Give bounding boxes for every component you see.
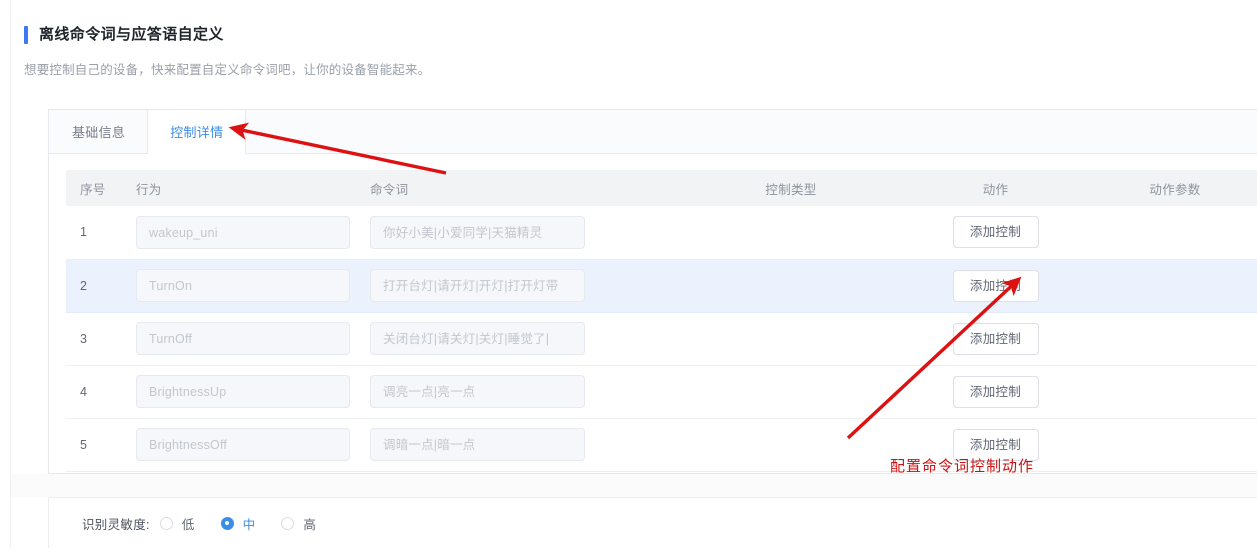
cell-command: 调亮一点|亮一点 [358, 365, 678, 419]
table-row: 4 BrightnessUp 调亮一点|亮一点 添加控制 [66, 365, 1257, 419]
add-control-button[interactable]: 添加控制 [952, 428, 1039, 461]
cell-behavior: BrightnessOff [124, 418, 358, 472]
sensitivity-panel: 识别灵敏度: 低 中 高 [48, 497, 1257, 548]
cell-action: 添加控制 [904, 418, 1087, 472]
cell-command: 你好小美|小爱同学|天猫精灵 [358, 206, 678, 260]
cell-behavior: TurnOff [124, 312, 358, 366]
table-head: 序号 行为 命令词 控制类型 动作 动作参数 [66, 170, 1257, 206]
table-row: 2 TurnOn 打开台灯|请开灯|开灯|打开灯带 添加控制 [66, 259, 1257, 313]
cell-behavior: TurnOn [124, 259, 358, 313]
cell-action-param [1087, 206, 1257, 260]
page-title-row: 离线命令词与应答语自定义 [24, 26, 1234, 44]
table-scroll-area: 序号 行为 命令词 控制类型 动作 动作参数 1 wakeup_uni 你好小美… [49, 154, 1257, 474]
sensitivity-option-high[interactable]: 高 [281, 514, 316, 533]
command-input[interactable]: 调亮一点|亮一点 [370, 375, 585, 408]
col-header-action-param: 动作参数 [1087, 170, 1257, 206]
page-title: 离线命令词与应答语自定义 [39, 26, 224, 43]
command-input[interactable]: 调暗一点|暗一点 [370, 428, 585, 461]
page-root: 离线命令词与应答语自定义 想要控制自己的设备，快来配置自定义命令词吧，让你的设备… [0, 0, 1257, 548]
panel-gap [11, 474, 1257, 497]
tab-bar: 基础信息 控制详情 [49, 110, 1257, 154]
cell-behavior: BrightnessUp [124, 365, 358, 419]
behavior-input[interactable]: wakeup_uni [136, 215, 350, 249]
radio-icon [220, 516, 234, 530]
radio-icon [281, 516, 295, 530]
cell-control-type [678, 365, 904, 419]
table-row: 3 TurnOff 关闭台灯|请关灯|关灯|睡觉了| 添加控制 [66, 312, 1257, 366]
add-control-button[interactable]: 添加控制 [952, 269, 1039, 302]
cell-action: 添加控制 [904, 365, 1087, 419]
cell-action-param [1087, 312, 1257, 366]
cell-command: 关闭台灯|请关灯|关灯|睡觉了| [358, 312, 678, 366]
command-input[interactable]: 关闭台灯|请关灯|关灯|睡觉了| [370, 322, 585, 355]
cell-action-param [1087, 365, 1257, 419]
command-table: 序号 行为 命令词 控制类型 动作 动作参数 1 wakeup_uni 你好小美… [66, 170, 1257, 472]
cell-command: 打开台灯|请开灯|开灯|打开灯带 [358, 259, 678, 313]
command-input[interactable]: 你好小美|小爱同学|天猫精灵 [370, 215, 585, 249]
cell-control-type [678, 312, 904, 366]
sensitivity-option-label: 中 [242, 517, 256, 532]
col-header-command: 命令词 [358, 170, 678, 206]
tab-control-detail[interactable]: 控制详情 [148, 110, 247, 154]
cell-index: 5 [66, 418, 124, 472]
col-header-index: 序号 [66, 170, 124, 206]
cell-action-param [1087, 418, 1257, 472]
behavior-input[interactable]: BrightnessUp [136, 375, 350, 408]
sensitivity-option-label: 高 [303, 517, 317, 532]
behavior-input[interactable]: TurnOff [136, 322, 350, 355]
add-control-button[interactable]: 添加控制 [952, 216, 1039, 249]
title-accent-bar [24, 26, 28, 44]
cell-index: 3 [66, 312, 124, 366]
left-rail [0, 0, 11, 548]
col-header-control-type: 控制类型 [678, 170, 904, 206]
radio-icon [159, 516, 173, 530]
sensitivity-option-medium[interactable]: 中 [220, 514, 256, 533]
page-subtitle: 想要控制自己的设备，快来配置自定义命令词吧，让你的设备智能起来。 [24, 63, 431, 77]
cell-control-type [678, 206, 904, 260]
table-header-row: 序号 行为 命令词 控制类型 动作 动作参数 [66, 170, 1257, 206]
table-row: 1 wakeup_uni 你好小美|小爱同学|天猫精灵 添加控制 [66, 206, 1257, 260]
control-detail-card: 基础信息 控制详情 序号 行为 命令词 控制类型 动作 动作参数 1 wakeu… [48, 109, 1257, 474]
col-header-action: 动作 [904, 170, 1087, 206]
table-row: 5 BrightnessOff 调暗一点|暗一点 添加控制 [66, 418, 1257, 472]
page-header: 离线命令词与应答语自定义 想要控制自己的设备，快来配置自定义命令词吧，让你的设备… [24, 26, 1234, 79]
cell-command: 调暗一点|暗一点 [358, 418, 678, 472]
sensitivity-option-low[interactable]: 低 [159, 514, 195, 533]
cell-control-type [678, 259, 904, 313]
sensitivity-radio-group: 低 中 高 [159, 514, 342, 533]
add-control-button[interactable]: 添加控制 [952, 322, 1039, 355]
command-input[interactable]: 打开台灯|请开灯|开灯|打开灯带 [370, 269, 585, 302]
cell-action: 添加控制 [904, 206, 1087, 260]
add-control-button[interactable]: 添加控制 [952, 375, 1039, 408]
cell-behavior: wakeup_uni [124, 206, 358, 260]
table-body: 1 wakeup_uni 你好小美|小爱同学|天猫精灵 添加控制 2 TurnO… [66, 206, 1257, 472]
cell-action: 添加控制 [904, 312, 1087, 366]
cell-action-param [1087, 259, 1257, 313]
sensitivity-option-label: 低 [181, 517, 195, 532]
sensitivity-label: 识别灵敏度: [82, 517, 150, 532]
behavior-input[interactable]: TurnOn [136, 269, 350, 302]
cell-index: 1 [66, 206, 124, 260]
tab-basic-info[interactable]: 基础信息 [49, 110, 149, 153]
cell-index: 4 [66, 365, 124, 419]
cell-control-type [678, 418, 904, 472]
col-header-behavior: 行为 [124, 170, 358, 206]
cell-action: 添加控制 [904, 259, 1087, 313]
behavior-input[interactable]: BrightnessOff [136, 428, 350, 461]
cell-index: 2 [66, 259, 124, 313]
